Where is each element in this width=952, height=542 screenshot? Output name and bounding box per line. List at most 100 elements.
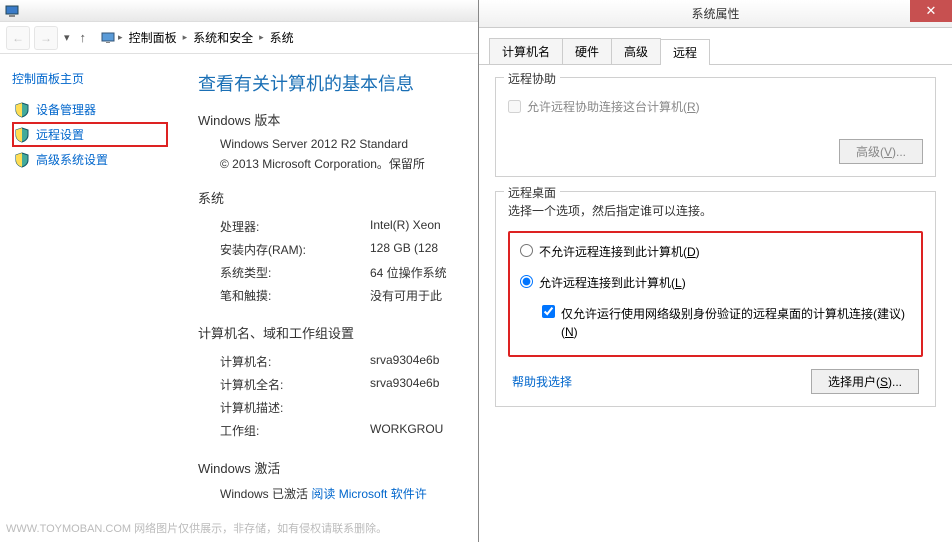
radio-deny-remote[interactable] xyxy=(520,244,533,257)
page-title: 查看有关计算机的基本信息 xyxy=(198,70,478,96)
row-label: 处理器: xyxy=(220,218,370,235)
tab-computer-name[interactable]: 计算机名 xyxy=(489,38,563,64)
license-terms-link[interactable]: 阅读 Microsoft 软件许 xyxy=(311,487,426,501)
checkbox-label: 允许远程协助连接这台计算机(R) xyxy=(527,98,700,115)
radio-label: 不允许远程连接到此计算机(D) xyxy=(539,243,700,260)
dialog-title: 系统属性 xyxy=(479,5,952,22)
cp-sidebar: 控制面板主页 设备管理器 远程设置 高级系统设置 xyxy=(0,54,180,542)
tab-remote[interactable]: 远程 xyxy=(660,39,710,65)
nla-checkbox[interactable] xyxy=(542,305,555,318)
control-panel-window: ← → ▾ ↑ ▸ 控制面板 ▸ 系统和安全 ▸ 系统 控制面板主页 设备管理器… xyxy=(0,0,478,542)
cp-body: 控制面板主页 设备管理器 远程设置 高级系统设置 查看有关计算机的基本信息 Wi… xyxy=(0,54,478,542)
sidebar-item-remote-settings[interactable]: 远程设置 xyxy=(12,122,168,147)
section-computer-name: 计算机名、域和工作组设置 计算机名:srva9304e6b 计算机全名:srva… xyxy=(198,323,478,442)
section-title: 计算机名、域和工作组设置 xyxy=(198,323,478,342)
shield-icon xyxy=(14,102,30,118)
computer-row: 计算机全名:srva9304e6b xyxy=(198,373,478,396)
copyright-text: © 2013 Microsoft Corporation。保留所 xyxy=(198,155,478,172)
group-remote-assistance: 远程协助 允许远程协助连接这台计算机(R) 高级(V)... xyxy=(495,77,936,177)
system-icon xyxy=(4,3,20,19)
activation-text: Windows 已激活 xyxy=(220,487,311,501)
group-title: 远程桌面 xyxy=(504,184,560,201)
chevron-right-icon[interactable]: ▸ xyxy=(259,32,264,43)
row-label: 计算机描述: xyxy=(220,399,370,416)
system-row: 处理器:Intel(R) Xeon xyxy=(198,215,478,238)
breadcrumb-part[interactable]: 控制面板 xyxy=(125,27,181,48)
row-label: 系统类型: xyxy=(220,264,370,281)
nav-back-button[interactable]: ← xyxy=(6,26,30,50)
sidebar-item-label: 高级系统设置 xyxy=(36,151,108,168)
section-title: 系统 xyxy=(198,188,478,207)
shield-icon xyxy=(14,152,30,168)
row-label: 安装内存(RAM): xyxy=(220,241,370,258)
radio-allow-row[interactable]: 允许远程连接到此计算机(L) xyxy=(520,274,911,291)
row-value: 64 位操作系统 xyxy=(370,264,478,281)
row-label: 计算机全名: xyxy=(220,376,370,393)
breadcrumb-part[interactable]: 系统 xyxy=(266,27,298,48)
row-value: srva9304e6b xyxy=(370,376,478,393)
section-activation: Windows 激活 Windows 已激活 阅读 Microsoft 软件许 xyxy=(198,458,478,502)
row-value: 128 GB (128 xyxy=(370,241,478,258)
section-system: 系统 处理器:Intel(R) Xeon 安装内存(RAM):128 GB (1… xyxy=(198,188,478,307)
allow-remote-assist-checkbox xyxy=(508,100,521,113)
row-label: 笔和触摸: xyxy=(220,287,370,304)
section-windows-version: Windows 版本 Windows Server 2012 R2 Standa… xyxy=(198,110,478,172)
breadcrumb-part[interactable]: 系统和安全 xyxy=(189,27,257,48)
system-row: 笔和触摸:没有可用于此 xyxy=(198,284,478,307)
tab-content-remote: 远程协助 允许远程协助连接这台计算机(R) 高级(V)... 远程桌面 选择一个… xyxy=(479,65,952,433)
assist-button-row: 高级(V)... xyxy=(508,139,923,164)
cp-titlebar xyxy=(0,0,478,22)
row-value: 没有可用于此 xyxy=(370,287,478,304)
computer-row: 计算机描述: xyxy=(198,396,478,419)
tab-hardware[interactable]: 硬件 xyxy=(562,38,612,64)
computer-icon xyxy=(100,30,116,46)
sidebar-item-label: 远程设置 xyxy=(36,126,84,143)
nla-checkbox-row[interactable]: 仅允许运行使用网络级别身份验证的远程桌面的计算机连接(建议)(N) xyxy=(542,305,911,341)
remote-desktop-prompt: 选择一个选项，然后指定谁可以连接。 xyxy=(508,202,923,219)
row-value: srva9304e6b xyxy=(370,353,478,370)
cp-main: 查看有关计算机的基本信息 Windows 版本 Windows Server 2… xyxy=(180,54,478,542)
system-row: 系统类型:64 位操作系统 xyxy=(198,261,478,284)
nav-up-button[interactable]: ↑ xyxy=(76,30,91,45)
section-title: Windows 激活 xyxy=(198,458,478,477)
nav-forward-button[interactable]: → xyxy=(34,26,58,50)
row-label: 计算机名: xyxy=(220,353,370,370)
row-value: WORKGROU xyxy=(370,422,478,439)
remote-desktop-radio-group: 不允许远程连接到此计算机(D) 允许远程连接到此计算机(L) 仅允许运行使用网络… xyxy=(508,231,923,357)
sidebar-item-device-manager[interactable]: 设备管理器 xyxy=(12,97,168,122)
checkbox-label: 仅允许运行使用网络级别身份验证的远程桌面的计算机连接(建议)(N) xyxy=(561,305,911,341)
sidebar-item-advanced-settings[interactable]: 高级系统设置 xyxy=(12,147,168,172)
group-title: 远程协助 xyxy=(504,70,560,87)
sidebar-home-link[interactable]: 控制面板主页 xyxy=(12,70,168,87)
close-icon: ✕ xyxy=(926,3,937,19)
nav-bar: ← → ▾ ↑ ▸ 控制面板 ▸ 系统和安全 ▸ 系统 xyxy=(0,22,478,54)
row-value: Intel(R) Xeon xyxy=(370,218,478,235)
system-properties-dialog: 系统属性 ✕ 计算机名 硬件 高级 远程 远程协助 允许远程协助连接这台计算机(… xyxy=(478,0,952,542)
activation-status: Windows 已激活 阅读 Microsoft 软件许 xyxy=(198,485,478,502)
radio-label: 允许远程连接到此计算机(L) xyxy=(539,274,686,291)
assist-advanced-button: 高级(V)... xyxy=(839,139,923,164)
radio-allow-remote[interactable] xyxy=(520,275,533,288)
group-remote-desktop: 远程桌面 选择一个选项，然后指定谁可以连接。 不允许远程连接到此计算机(D) 允… xyxy=(495,191,936,407)
remote-assist-checkbox-row: 允许远程协助连接这台计算机(R) xyxy=(508,98,923,115)
chevron-right-icon[interactable]: ▸ xyxy=(183,32,188,43)
close-button[interactable]: ✕ xyxy=(910,0,952,22)
shield-icon xyxy=(14,127,30,143)
row-label: 工作组: xyxy=(220,422,370,439)
section-title: Windows 版本 xyxy=(198,110,478,129)
sp-titlebar: 系统属性 ✕ xyxy=(479,0,952,28)
watermark-text: WWW.TOYMOBAN.COM 网络图片仅供展示，非存储，如有侵权请联系删除。 xyxy=(6,520,387,536)
help-choose-link[interactable]: 帮助我选择 xyxy=(512,373,572,390)
nav-history-dropdown[interactable]: ▾ xyxy=(62,31,72,44)
tab-strip: 计算机名 硬件 高级 远程 xyxy=(479,28,952,65)
select-users-button[interactable]: 选择用户(S)... xyxy=(811,369,919,394)
radio-deny-row[interactable]: 不允许远程连接到此计算机(D) xyxy=(520,243,911,260)
sidebar-item-label: 设备管理器 xyxy=(36,101,96,118)
computer-row: 工作组:WORKGROU xyxy=(198,419,478,442)
row-value xyxy=(370,399,478,416)
breadcrumb: ▸ 控制面板 ▸ 系统和安全 ▸ 系统 xyxy=(100,27,298,48)
chevron-right-icon[interactable]: ▸ xyxy=(118,32,123,43)
tab-advanced[interactable]: 高级 xyxy=(611,38,661,64)
windows-edition: Windows Server 2012 R2 Standard xyxy=(198,137,478,151)
computer-row: 计算机名:srva9304e6b xyxy=(198,350,478,373)
